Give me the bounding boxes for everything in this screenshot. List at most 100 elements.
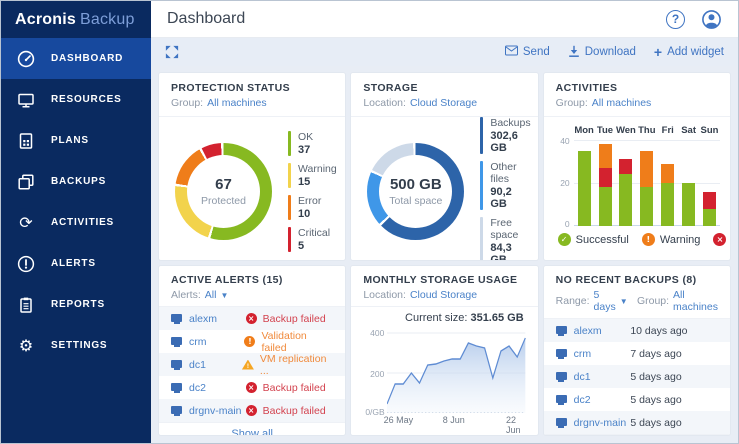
legend-free-space[interactable]: Free space 84,3 GB — [480, 217, 530, 260]
sidebar-item-backups[interactable]: BACKUPS — [1, 161, 151, 202]
sidebar-item-plans[interactable]: PLANS — [1, 120, 151, 161]
protection-donut-chart[interactable]: 67 Protected — [175, 143, 272, 240]
range-dropdown[interactable]: 5 days — [594, 289, 616, 313]
send-button[interactable]: Send — [504, 45, 550, 59]
logo-brand: Acronis — [15, 10, 76, 28]
machine-icon — [555, 371, 567, 382]
storage-widget: STORAGE Location: Cloud Storage 500 GB T… — [351, 73, 538, 260]
widget-title: ACTIVE ALERTS (15) — [171, 274, 283, 286]
sidebar-item-label: REPORTS — [51, 299, 105, 310]
machine-icon — [555, 325, 567, 336]
legend-backups[interactable]: Backups 302,6 GB — [480, 117, 531, 154]
location-filter-link[interactable]: Cloud Storage — [410, 289, 477, 301]
alerts-list: alexm × Backup failed crm ! Validation fai… — [159, 307, 346, 422]
dashboard-gauge-icon — [16, 49, 36, 69]
header-actions: ? — [666, 9, 722, 30]
activities-sync-icon: ⟳ — [19, 212, 33, 232]
storage-usage-x-labels: 26 May 8 Jun 22 Jun — [383, 415, 521, 435]
sidebar-item-resources[interactable]: RESOURCES — [1, 79, 151, 120]
logo-product: Backup — [79, 10, 135, 28]
machine-icon — [171, 359, 182, 370]
current-size-annotation: Current size: 351.65 GB — [405, 312, 524, 324]
sidebar-item-alerts[interactable]: ALERTS — [1, 243, 151, 284]
activities-day-labels: Mon Tue Wen Thu Fri Sat Sun — [574, 125, 719, 136]
alert-circle-icon — [16, 254, 36, 274]
page-header: Dashboard ? — [151, 1, 738, 38]
no-backup-row[interactable]: alexm 10 days ago — [543, 319, 730, 342]
machine-icon — [555, 394, 567, 405]
alert-row[interactable]: alexm × Backup failed — [159, 307, 346, 330]
activities-widget: ACTIVITIES Group: All machines Mon Tue Wen… — [543, 73, 730, 260]
sidebar-item-label: PLANS — [51, 135, 89, 146]
error-icon: × — [245, 405, 257, 416]
alert-row[interactable]: crm ! Validation failed — [159, 330, 345, 354]
alert-row[interactable]: drgnv-main × Backup failed — [159, 399, 346, 422]
acronis-backup-window: Acronis Backup DASHBOARD RESOURCES PLANS… — [0, 0, 739, 444]
error-icon: × — [245, 382, 257, 393]
machine-icon — [555, 348, 567, 359]
widget-title: PROTECTION STATUS — [171, 82, 290, 94]
legend-critical[interactable]: Critical 5 — [288, 227, 337, 252]
storage-donut-chart[interactable]: 500 GB Total space — [367, 143, 465, 240]
reports-clipboard-icon — [16, 295, 36, 315]
group-filter-link[interactable]: All machines — [207, 97, 267, 109]
sidebar-item-label: RESOURCES — [51, 94, 122, 105]
chevron-down-icon[interactable]: ▼ — [620, 297, 628, 306]
plus-icon: + — [653, 44, 663, 60]
legend-ok[interactable]: OK 37 — [288, 131, 337, 156]
legend-error[interactable]: Error 10 — [288, 195, 337, 220]
help-icon[interactable]: ? — [666, 9, 685, 29]
legend-successful: ✓ Successful — [557, 233, 629, 246]
chevron-down-icon[interactable]: ▼ — [220, 291, 228, 300]
gear-icon: ⚙ — [18, 335, 34, 355]
dashboard-toolbar: Send Download + Add widget — [151, 38, 738, 66]
download-button[interactable]: Download — [568, 45, 636, 60]
group-filter-link[interactable]: All machines — [673, 289, 718, 313]
legend-warning: ! Warning — [641, 233, 700, 246]
error-icon: × — [245, 313, 257, 324]
main-content: Dashboard ? Send Download + Add widget P… — [151, 1, 738, 443]
machine-icon — [555, 417, 567, 428]
account-icon[interactable] — [701, 9, 722, 30]
machine-icon — [171, 313, 182, 324]
storage-legend: Backups 302,6 GB Other files 90,2 GB Free … — [480, 117, 531, 260]
activities-bar-chart[interactable]: 40 20 0 — [560, 136, 720, 229]
alerts-filter-dropdown[interactable]: All — [205, 289, 217, 301]
add-widget-button[interactable]: + Add widget — [654, 45, 724, 59]
location-filter-link[interactable]: Cloud Storage — [410, 97, 477, 109]
machine-icon — [171, 405, 182, 416]
legend-failed: ×Failed — [713, 233, 730, 246]
activities-legend: ✓Successful !Warning ×Failed — [557, 233, 727, 246]
sidebar-item-activities[interactable]: ⟳ ACTIVITIES — [1, 202, 151, 243]
sidebar-item-label: DASHBOARD — [51, 53, 124, 64]
storage-usage-area-chart[interactable]: 400 200 0/GB — [365, 327, 526, 417]
monthly-storage-usage-widget: MONTHLY STORAGE USAGE Location: Cloud St… — [351, 266, 538, 435]
sidebar-item-settings[interactable]: ⚙ SETTINGS — [1, 325, 151, 366]
cross-icon: × — [713, 233, 727, 246]
legend-warning[interactable]: Warning 15 — [288, 163, 337, 188]
activities-bars — [574, 140, 720, 226]
no-backup-row[interactable]: dc1 5 days ago — [543, 365, 730, 388]
show-all-link[interactable]: Show all — [159, 422, 346, 435]
backups-copies-icon — [16, 172, 36, 192]
sidebar-item-dashboard[interactable]: DASHBOARD — [1, 38, 151, 79]
sidebar-item-reports[interactable]: REPORTS — [1, 284, 151, 325]
no-backup-row[interactable]: crm 7 days ago — [544, 342, 730, 365]
no-backup-row[interactable]: drgnv-main 5 days ago — [543, 411, 730, 434]
sidebar-item-label: BACKUPS — [51, 176, 107, 187]
no-backup-row[interactable]: dc2 5 days ago — [544, 388, 730, 411]
no-backup-list: alexm 10 days ago crm 7 days ago dc1 5 d… — [543, 319, 730, 434]
sidebar-nav: DASHBOARD RESOURCES PLANS BACKUPS ⟳ ACTI… — [1, 38, 151, 366]
fullscreen-icon[interactable] — [165, 45, 179, 59]
sidebar-item-label: ACTIVITIES — [51, 217, 115, 228]
legend-other-files[interactable]: Other files 90,2 GB — [480, 161, 530, 210]
show-all-link[interactable]: Show all — [543, 434, 730, 435]
warning-triangle-icon: ! — [241, 359, 254, 370]
alert-row[interactable]: dc2 × Backup failed — [159, 376, 345, 399]
monitor-icon — [16, 90, 36, 110]
active-alerts-widget: ACTIVE ALERTS (15) Alerts: All ▼ alexm ×… — [159, 266, 346, 435]
group-filter-link[interactable]: All machines — [592, 97, 652, 109]
alert-row[interactable]: dc1 ! VM replication ... — [159, 353, 346, 377]
protection-legend: OK 37 Warning 15 Error 10 Critical 5 — [288, 131, 337, 252]
widget-title: MONTHLY STORAGE USAGE — [363, 274, 518, 286]
